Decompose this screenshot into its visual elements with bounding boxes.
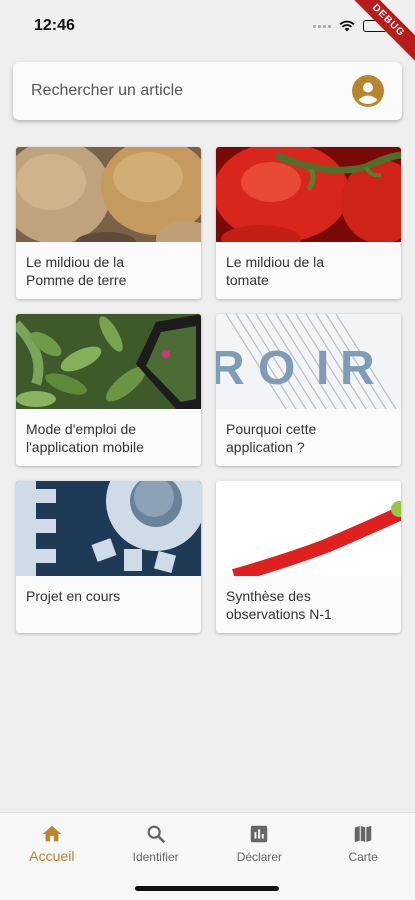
- map-icon: [354, 825, 372, 843]
- nav-item-accueil[interactable]: Accueil: [0, 813, 104, 873]
- nav-label: Déclarer: [236, 850, 283, 864]
- bar-chart-icon: [251, 825, 268, 843]
- article-title: Le mildiou de la Pomme de terre: [26, 254, 127, 288]
- articles-grid: Le mildiou de la Pomme de terre Le mildi…: [16, 147, 401, 633]
- wifi-icon: [339, 20, 355, 32]
- nav-label: Accueil: [29, 848, 75, 864]
- article-card[interactable]: Synthèse des observations N-1: [216, 481, 401, 633]
- home-indicator[interactable]: [135, 886, 279, 891]
- article-title: Le mildiou de la tomate: [226, 254, 325, 288]
- article-card[interactable]: Le mildiou de la Pomme de terre: [16, 147, 201, 299]
- article-image-gear: [16, 481, 201, 576]
- article-card[interactable]: Le mildiou de la tomate: [216, 147, 401, 299]
- signal-icon: [313, 24, 331, 28]
- nav-item-declarer[interactable]: Déclarer: [208, 813, 312, 873]
- article-card[interactable]: Mode d'emploi de l'application mobile: [16, 314, 201, 466]
- article-image-plant-phone: [16, 314, 201, 409]
- search-input[interactable]: Rechercher un article: [31, 82, 183, 100]
- nav-label: Carte: [348, 850, 378, 864]
- article-title: Pourquoi cette application ?: [226, 421, 317, 455]
- nav-item-identifier[interactable]: Identifier: [104, 813, 208, 873]
- nav-item-carte[interactable]: Carte: [311, 813, 415, 873]
- svg-text:I: I: [316, 342, 329, 395]
- status-time: 12:46: [34, 17, 75, 34]
- article-image-tomatoes: [216, 147, 401, 242]
- article-image-potatoes: [16, 147, 201, 242]
- account-icon[interactable]: [352, 75, 384, 107]
- article-image-red-curve: [216, 481, 401, 576]
- article-card[interactable]: ROIR Pourquoi cette application ?: [216, 314, 401, 466]
- home-icon: [42, 825, 62, 842]
- svg-text:R: R: [216, 342, 245, 395]
- article-title: Projet en cours: [26, 588, 121, 604]
- svg-text:O: O: [258, 342, 295, 395]
- article-title: Synthèse des observations N-1: [226, 588, 332, 622]
- article-title: Mode d'emploi de l'application mobile: [26, 421, 144, 455]
- nav-label: Identifier: [132, 850, 179, 864]
- search-bar[interactable]: Rechercher un article: [13, 62, 402, 120]
- svg-text:R: R: [340, 342, 375, 395]
- article-card[interactable]: Projet en cours: [16, 481, 201, 633]
- article-image-text-paper: ROIR: [216, 314, 401, 409]
- status-bar: 12:46: [0, 0, 415, 52]
- bottom-navigation: Accueil Identifier Déclarer Carte: [0, 812, 415, 900]
- search-icon: [147, 825, 165, 844]
